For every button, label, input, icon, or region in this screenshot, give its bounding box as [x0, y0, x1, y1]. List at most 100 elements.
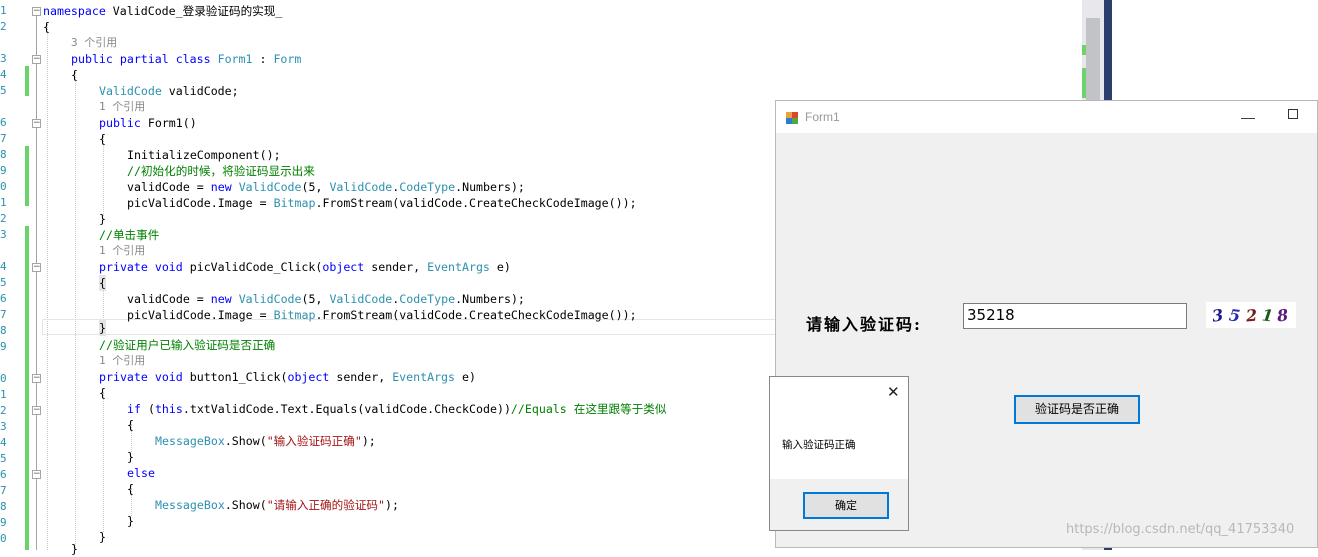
- collapse-icon[interactable]: −: [32, 406, 41, 415]
- code-line: {: [127, 418, 134, 432]
- line-number: 5: [0, 276, 7, 289]
- reference-count[interactable]: 1 个引用: [99, 99, 145, 115]
- code-line: private void button1_Click(object sender…: [99, 370, 476, 384]
- indent-guide: [103, 136, 104, 216]
- code-line: {: [99, 386, 106, 400]
- change-marker: [25, 146, 29, 206]
- validcode-label: 请输入验证码:: [806, 315, 922, 334]
- line-number: 6: [0, 468, 7, 481]
- code-line: MessageBox.Show("请输入正确的验证码");: [155, 498, 399, 512]
- line-number: 9: [0, 340, 7, 353]
- indent-guide: [75, 72, 76, 550]
- line-number: 3: [0, 420, 7, 433]
- code-line: picValidCode.Image = Bitmap.FromStream(v…: [127, 308, 637, 322]
- line-number: 7: [0, 132, 7, 145]
- scroll-change-marker: [1082, 68, 1086, 98]
- message-text: 输入验证码正确: [782, 439, 856, 451]
- indent-guide: [47, 24, 48, 550]
- collapse-icon[interactable]: −: [32, 470, 41, 479]
- validcode-input[interactable]: 35218: [963, 303, 1187, 329]
- line-number: 3: [0, 228, 7, 241]
- check-code-button[interactable]: 验证码是否正确: [1014, 395, 1140, 424]
- line-number: 4: [0, 436, 7, 449]
- collapse-icon[interactable]: −: [32, 119, 41, 128]
- code-line: }: [127, 514, 134, 528]
- change-marker: [25, 226, 29, 550]
- code-line: validCode = new ValidCode(5, ValidCode.C…: [127, 292, 525, 306]
- watermark: https://blog.csdn.net/qq_41753340: [1066, 522, 1295, 537]
- reference-count[interactable]: 1 个引用: [99, 353, 145, 369]
- line-number: 1: [0, 4, 7, 17]
- code-comment: //单击事件: [99, 228, 160, 242]
- code-line: {: [99, 132, 106, 146]
- minimize-button[interactable]: —: [1241, 109, 1255, 125]
- collapse-icon[interactable]: −: [32, 7, 41, 16]
- captcha-digit: 3: [1210, 305, 1225, 326]
- code-line: picValidCode.Image = Bitmap.FromStream(v…: [127, 196, 637, 210]
- code-line: private void picValidCode_Click(object s…: [99, 260, 511, 274]
- collapse-icon[interactable]: −: [32, 263, 41, 272]
- code-line: public partial class Form1 : Form: [71, 52, 302, 66]
- reference-count[interactable]: 3 个引用: [71, 35, 117, 51]
- change-marker: [25, 66, 29, 96]
- line-number: 3: [0, 52, 7, 65]
- line-number: 6: [0, 292, 7, 305]
- form1-title: Form1: [805, 110, 840, 124]
- code-line: ValidCode validCode;: [99, 84, 239, 98]
- code-line: }: [71, 542, 78, 556]
- captcha-digit: 2: [1245, 305, 1258, 326]
- line-number: 6: [0, 116, 7, 129]
- line-number: 4: [0, 260, 7, 273]
- code-line: namespace ValidCode_登录验证码的实现_: [43, 4, 283, 18]
- message-box: ✕ 输入验证码正确 确定: [769, 376, 909, 531]
- collapse-icon[interactable]: −: [32, 55, 41, 64]
- code-line: }: [99, 320, 106, 336]
- captcha-digit: 1: [1260, 305, 1275, 326]
- form1-titlebar[interactable]: Form1 —: [776, 101, 1317, 133]
- form-icon: [786, 112, 798, 124]
- line-number: 8: [0, 324, 7, 337]
- line-number: 1: [0, 196, 7, 209]
- ok-button[interactable]: 确定: [803, 492, 889, 519]
- line-number: 8: [0, 148, 7, 161]
- code-line: validCode = new ValidCode(5, ValidCode.C…: [127, 180, 525, 194]
- maximize-button[interactable]: [1288, 109, 1298, 119]
- line-number: 2: [0, 404, 7, 417]
- indent-guide: [103, 392, 104, 532]
- code-line: if (this.txtValidCode.Text.Equals(validC…: [127, 402, 667, 416]
- code-comment: //初始化的时候，将验证码显示出来: [127, 164, 315, 178]
- code-line: }: [127, 450, 134, 464]
- line-number: 5: [0, 84, 7, 97]
- code-line: MessageBox.Show("输入验证码正确");: [155, 434, 376, 448]
- code-line: {: [71, 68, 78, 82]
- code-line: {: [43, 20, 50, 34]
- line-number: 7: [0, 484, 7, 497]
- line-number: 4: [0, 68, 7, 81]
- code-line: {: [127, 482, 134, 496]
- line-number: 7: [0, 308, 7, 321]
- line-number: 8: [0, 500, 7, 513]
- code-line: else: [127, 466, 155, 480]
- close-icon[interactable]: ✕: [887, 383, 900, 401]
- line-number: 9: [0, 516, 7, 529]
- captcha-image[interactable]: 3 5 2 1 8: [1206, 302, 1296, 328]
- captcha-digit: 8: [1276, 305, 1290, 326]
- code-line: }: [99, 530, 106, 544]
- line-number: 0: [0, 180, 7, 193]
- line-number: 9: [0, 164, 7, 177]
- message-box-footer: 确定: [770, 479, 908, 530]
- code-line: {: [99, 275, 106, 291]
- line-number: 0: [0, 532, 7, 545]
- line-number: 2: [0, 20, 7, 33]
- reference-count[interactable]: 1 个引用: [99, 243, 145, 259]
- line-number: 2: [0, 212, 7, 225]
- line-number: 1: [0, 388, 7, 401]
- code-line: public Form1(): [99, 116, 197, 130]
- captcha-digit: 5: [1228, 305, 1242, 326]
- line-number: 0: [0, 372, 7, 385]
- code-line: }: [99, 212, 106, 226]
- code-comment: //验证用户已输入验证码是否正确: [99, 338, 276, 352]
- collapse-icon[interactable]: −: [32, 374, 41, 383]
- scroll-change-marker: [1082, 45, 1086, 55]
- line-number: 5: [0, 452, 7, 465]
